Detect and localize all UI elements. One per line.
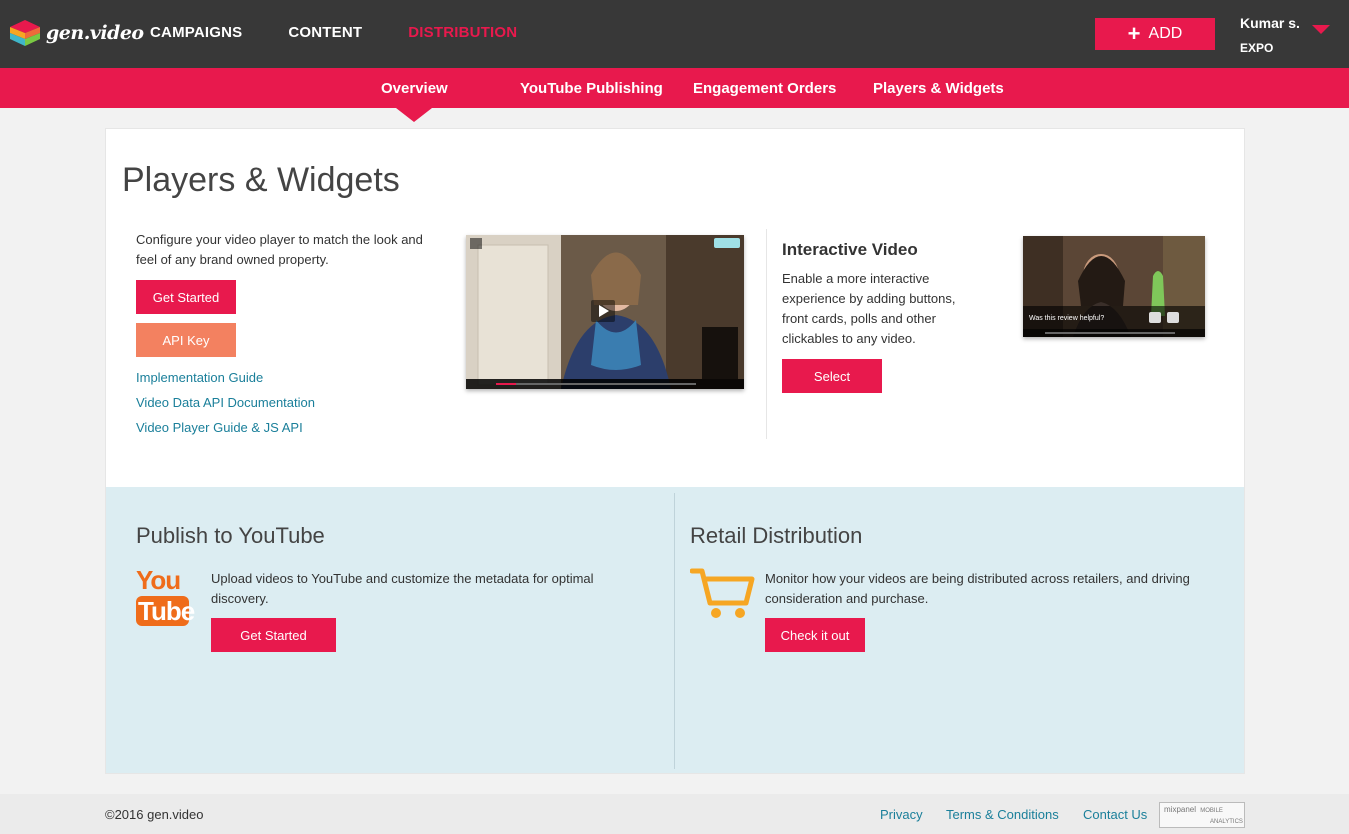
logo-text: gen.video xyxy=(46,22,144,44)
overlay-text: Was this review helpful? xyxy=(1029,315,1104,322)
interactive-video-description: Enable a more interactive experience by … xyxy=(782,271,956,346)
column-divider xyxy=(766,229,767,439)
distribution-band: Publish to YouTube You Tube Upload video… xyxy=(106,487,1244,773)
player-preview-video[interactable] xyxy=(466,235,744,389)
youtube-heading: Publish to YouTube xyxy=(136,523,325,548)
player-description: Configure your video player to match the… xyxy=(136,232,423,267)
youtube-get-started-button[interactable]: Get Started xyxy=(211,618,336,652)
retail-heading: Retail Distribution xyxy=(690,523,863,548)
nav-distribution[interactable]: DISTRIBUTION xyxy=(408,24,517,41)
user-name: Kumar s. xyxy=(1240,15,1300,31)
youtube-logo-top: You xyxy=(136,565,181,595)
youtube-logo-icon: You Tube xyxy=(136,565,195,630)
player-get-started-button[interactable]: Get Started xyxy=(136,280,236,314)
select-button[interactable]: Select xyxy=(782,359,882,393)
main-nav: CAMPAIGNS CONTENT DISTRIBUTION xyxy=(150,24,563,41)
interactive-video-heading: Interactive Video xyxy=(782,240,918,259)
main-card: Players & Widgets Configure your video p… xyxy=(105,128,1245,774)
add-button-label: ADD xyxy=(1148,25,1183,42)
mixpanel-badge-line3: ANALYTICS xyxy=(1210,819,1243,825)
page-title: Players & Widgets xyxy=(122,161,400,199)
plus-icon: + xyxy=(1127,21,1141,46)
nav-campaigns[interactable]: CAMPAIGNS xyxy=(150,24,242,41)
video-player-guide-link[interactable]: Video Player Guide & JS API xyxy=(136,420,303,435)
interactive-video-frame: Was this review helpful? xyxy=(1023,236,1205,337)
tab-players-widgets[interactable]: Players & Widgets xyxy=(873,80,1004,97)
mixpanel-badge-line1: mixpanel xyxy=(1164,805,1197,814)
retail-description: Monitor how your videos are being distri… xyxy=(765,571,1190,606)
tab-overview[interactable]: Overview xyxy=(381,80,448,97)
logo-icon xyxy=(10,20,40,46)
tab-youtube-publishing[interactable]: YouTube Publishing xyxy=(520,80,663,97)
check-it-out-button[interactable]: Check it out xyxy=(765,618,865,652)
shopping-cart-icon xyxy=(690,568,755,618)
add-button[interactable]: + ADD xyxy=(1095,18,1215,50)
active-tab-indicator xyxy=(396,108,432,122)
interactive-preview-video[interactable]: Was this review helpful? xyxy=(1023,236,1205,337)
youtube-description: Upload videos to YouTube and customize t… xyxy=(211,571,594,606)
mixpanel-badge[interactable]: mixpanel MOBILE ANALYTICS xyxy=(1159,802,1245,828)
tab-engagement-orders[interactable]: Engagement Orders xyxy=(693,80,836,97)
caret-down-icon[interactable] xyxy=(1312,25,1330,34)
top-bar: gen.video CAMPAIGNS CONTENT DISTRIBUTION… xyxy=(0,0,1349,68)
band-divider xyxy=(674,493,675,769)
contact-link[interactable]: Contact Us xyxy=(1083,807,1147,822)
copyright: ©2016 gen.video xyxy=(105,807,204,822)
youtube-logo-bottom: Tube xyxy=(136,596,195,626)
api-key-button[interactable]: API Key xyxy=(136,323,236,357)
mixpanel-badge-line2: MOBILE xyxy=(1200,808,1223,814)
footer: ©2016 gen.video Privacy Terms & Conditio… xyxy=(0,794,1349,834)
video-data-api-link[interactable]: Video Data API Documentation xyxy=(136,395,315,410)
privacy-link[interactable]: Privacy xyxy=(880,807,923,822)
sub-nav: Overview YouTube Publishing Engagement O… xyxy=(0,68,1349,108)
terms-link[interactable]: Terms & Conditions xyxy=(946,807,1059,822)
user-org: EXPO xyxy=(1240,41,1274,55)
implementation-guide-link[interactable]: Implementation Guide xyxy=(136,370,263,385)
nav-content[interactable]: CONTENT xyxy=(288,24,362,41)
user-menu[interactable]: Kumar s. EXPO xyxy=(1240,15,1300,55)
logo[interactable]: gen.video xyxy=(10,20,144,46)
video-frame xyxy=(466,235,744,389)
